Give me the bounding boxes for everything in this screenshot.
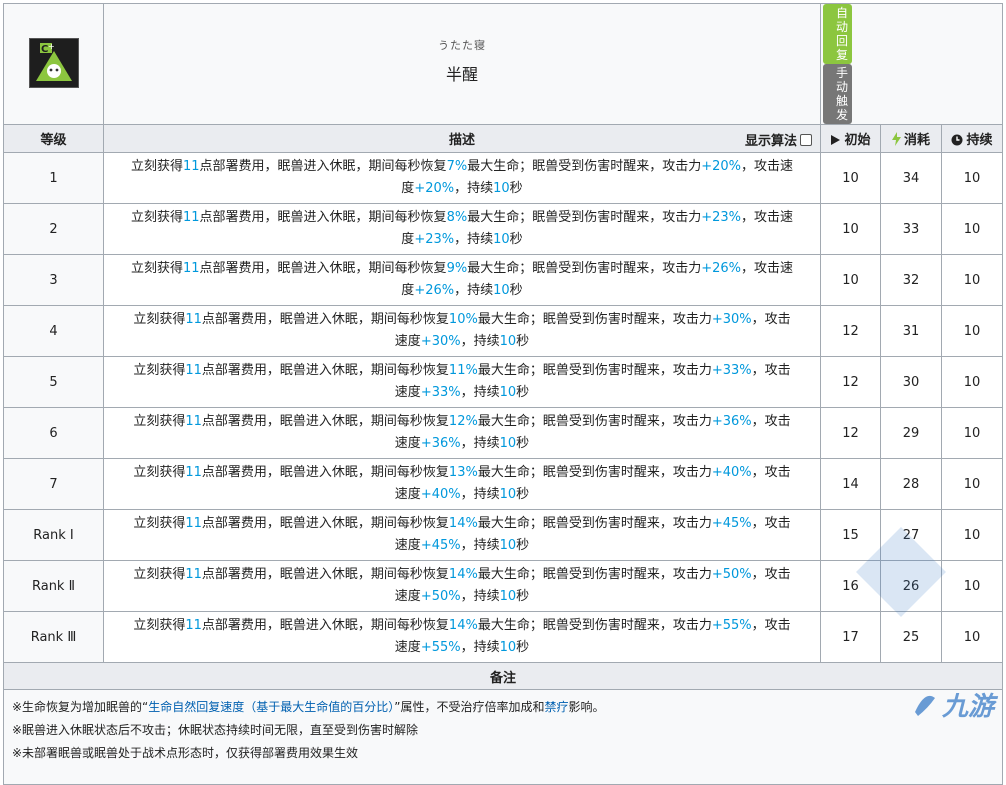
row-level: 7 [3,458,104,510]
column-duration: 持续 [941,124,1003,153]
table-row: 7 立刻获得11点部署费用，眠兽进入休眠，期间每秒恢复13%最大生命；眠兽受到伤害… [3,458,1003,510]
table-row: 3 立刻获得11点部署费用，眠兽进入休眠，期间每秒恢复9%最大生命；眠兽受到伤害时… [3,254,1003,306]
row-initial-sp: 10 [820,152,881,204]
skill-name-cell: うたた寝 半醒 [103,3,821,125]
watermark-logo: 九游 [910,686,994,723]
row-level: 3 [3,254,104,306]
show-formula-toggle[interactable]: 显示算法 [745,130,812,149]
svg-text:+: + [48,42,55,51]
column-description-label: 描述 [448,133,475,148]
row-sp-cost: 28 [880,458,942,510]
table-row: Rank Ⅲ 立刻获得11点部署费用，眠兽进入休眠，期间每秒恢复14%最大生命；眠… [3,611,1003,663]
row-duration: 10 [941,509,1003,561]
row-description: 立刻获得11点部署费用，眠兽进入休眠，期间每秒恢复12%最大生命；眠兽受到伤害时… [103,407,821,459]
notes-heading: 备注 [3,662,1003,690]
tag-manual-trigger: 手动触发 [823,64,852,124]
row-initial-sp: 12 [820,305,881,357]
row-sp-cost: 32 [880,254,942,306]
row-initial-sp: 12 [820,407,881,459]
row-initial-sp: 14 [820,458,881,510]
row-duration: 10 [941,560,1003,612]
row-duration: 10 [941,152,1003,204]
note-line-3: ※未部署眠兽或眠兽处于战术点形态时，仅获得部署费用效果生效 [12,746,359,760]
column-level: 等级 [3,124,104,153]
note-line-1: ※生命恢复为增加眠兽的“生命自然回复速度（基于最大生命值的百分比）”属性，不受治… [12,700,605,714]
tag-auto-recovery: 自动回复 [823,4,852,64]
table-row: 1 立刻获得11点部署费用，眠兽进入休眠，期间每秒恢复7%最大生命；眠兽受到伤害时… [3,152,1003,204]
row-sp-cost: 30 [880,356,942,408]
note-link-regen[interactable]: 生命自然回复速度（基于最大生命值的百分比） [148,700,394,714]
row-duration: 10 [941,407,1003,459]
skill-name-japanese: うたた寝 [438,39,486,52]
table-row: 5 立刻获得11点部署费用，眠兽进入休眠，期间每秒恢复11%最大生命；眠兽受到伤害… [3,356,1003,408]
watermark-icon [914,695,935,716]
row-level: 4 [3,305,104,357]
table-row: 4 立刻获得11点部署费用，眠兽进入休眠，期间每秒恢复10%最大生命；眠兽受到伤害… [3,305,1003,357]
column-initial-label: 初始 [844,133,871,148]
skill-table: C + うたた寝 半醒 自动回复 手动触发 等级 描述 显示算法 初始 消耗 持… [3,3,1003,785]
sleeping-beast-skill-icon: C + [28,38,79,88]
notes-cell: ※生命恢复为增加眠兽的“生命自然回复速度（基于最大生命值的百分比）”属性，不受治… [3,689,1003,785]
row-level: 2 [3,203,104,255]
row-initial-sp: 10 [820,254,881,306]
show-formula-checkbox[interactable] [800,133,812,146]
skill-icon-cell: C + [3,3,104,125]
skill-name: 半醒 [445,65,478,84]
note-link-heal-block[interactable]: 禁疗 [545,700,569,714]
row-duration: 10 [941,305,1003,357]
row-duration: 10 [941,254,1003,306]
row-description: 立刻获得11点部署费用，眠兽进入休眠，期间每秒恢复14%最大生命；眠兽受到伤害时… [103,509,821,561]
row-initial-sp: 12 [820,356,881,408]
column-description: 描述 显示算法 [103,124,821,153]
row-sp-cost: 29 [880,407,942,459]
row-level: Rank Ⅲ [3,611,104,663]
row-duration: 10 [941,611,1003,663]
watermark-text: 九游 [941,692,994,722]
table-row: Rank Ⅱ 立刻获得11点部署费用，眠兽进入休眠，期间每秒恢复14%最大生命；眠… [3,560,1003,612]
table-row: 2 立刻获得11点部署费用，眠兽进入休眠，期间每秒恢复8%最大生命；眠兽受到伤害时… [3,203,1003,255]
clock-icon [951,134,963,146]
table-row: 6 立刻获得11点部署费用，眠兽进入休眠，期间每秒恢复12%最大生命；眠兽受到伤害… [3,407,1003,459]
column-cost-label: 消耗 [903,133,930,148]
row-sp-cost: 34 [880,152,942,204]
play-icon [831,135,841,145]
row-level: 6 [3,407,104,459]
row-sp-cost: 33 [880,203,942,255]
column-initial-sp: 初始 [820,124,881,153]
lightning-icon [891,132,901,146]
row-level: 1 [3,152,104,204]
row-duration: 10 [941,356,1003,408]
row-description: 立刻获得11点部署费用，眠兽进入休眠，期间每秒恢复14%最大生命；眠兽受到伤害时… [103,560,821,612]
row-level: 5 [3,356,104,408]
row-initial-sp: 10 [820,203,881,255]
row-level: Rank Ⅱ [3,560,104,612]
column-duration-label: 持续 [966,133,993,148]
table-row: Rank Ⅰ 立刻获得11点部署费用，眠兽进入休眠，期间每秒恢复14%最大生命；眠… [3,509,1003,561]
row-description: 立刻获得11点部署费用，眠兽进入休眠，期间每秒恢复11%最大生命；眠兽受到伤害时… [103,356,821,408]
row-description: 立刻获得11点部署费用，眠兽进入休眠，期间每秒恢复13%最大生命；眠兽受到伤害时… [103,458,821,510]
row-description: 立刻获得11点部署费用，眠兽进入休眠，期间每秒恢复10%最大生命；眠兽受到伤害时… [103,305,821,357]
row-description: 立刻获得11点部署费用，眠兽进入休眠，期间每秒恢复9%最大生命；眠兽受到伤害时醒… [103,254,821,306]
show-formula-label: 显示算法 [744,134,797,149]
row-description: 立刻获得11点部署费用，眠兽进入休眠，期间每秒恢复8%最大生命；眠兽受到伤害时醒… [103,203,821,255]
watermark-decoration [856,527,946,621]
row-duration: 10 [941,203,1003,255]
row-level: Rank Ⅰ [3,509,104,561]
row-duration: 10 [941,458,1003,510]
row-description: 立刻获得11点部署费用，眠兽进入休眠，期间每秒恢复7%最大生命；眠兽受到伤害时醒… [103,152,821,204]
row-description: 立刻获得11点部署费用，眠兽进入休眠，期间每秒恢复14%最大生命；眠兽受到伤害时… [103,611,821,663]
row-sp-cost: 31 [880,305,942,357]
skill-tags-cell: 自动回复 手动触发 [820,3,1003,125]
column-sp-cost: 消耗 [880,124,942,153]
